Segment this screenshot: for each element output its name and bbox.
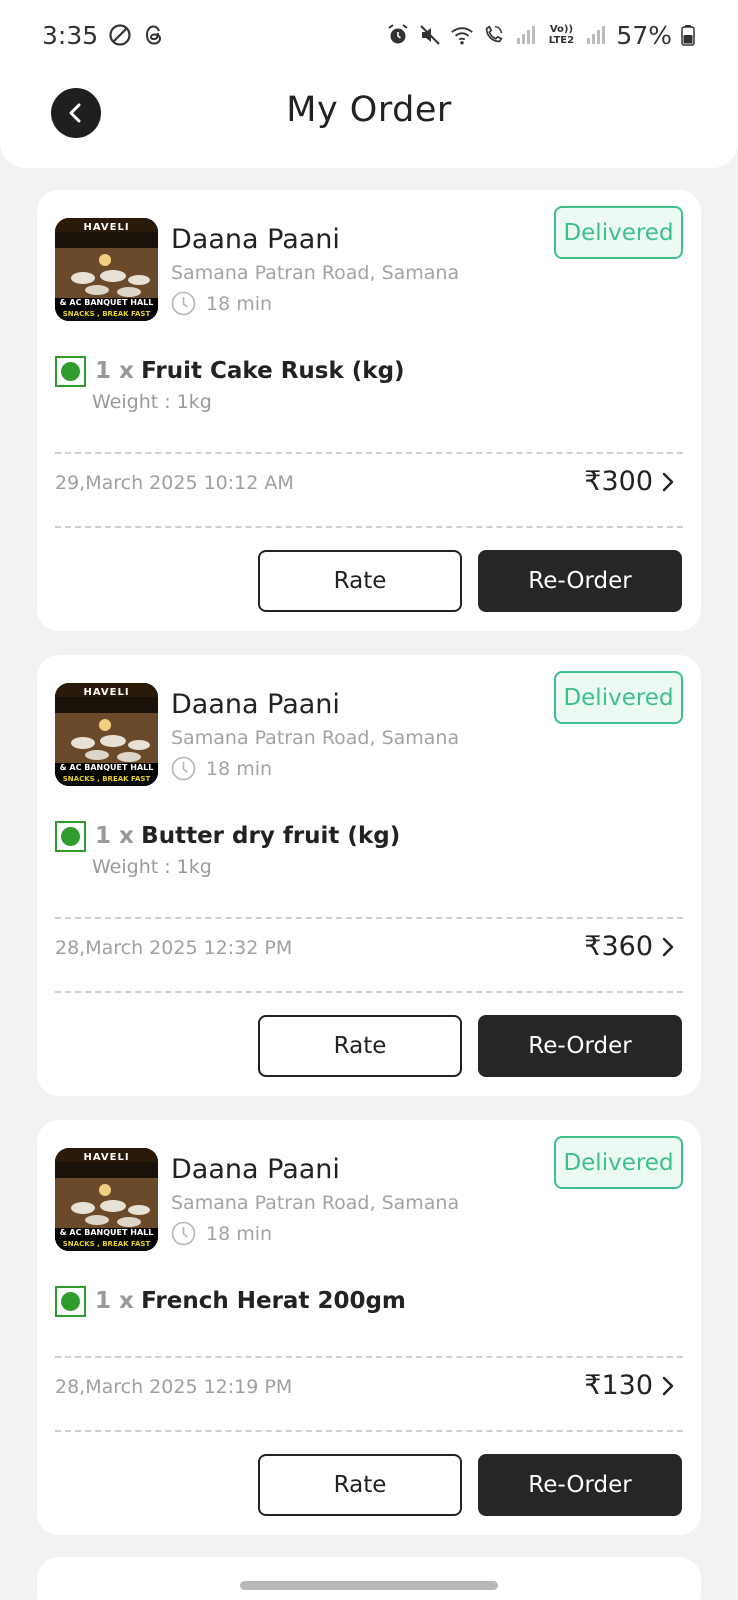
eta-text: 18 min bbox=[206, 757, 273, 780]
restaurant-address: Samana Patran Road, Samana bbox=[171, 727, 460, 749]
item-weight: Weight : 1kg bbox=[92, 856, 212, 878]
wifi-icon bbox=[450, 23, 474, 47]
thumb-text-top: HAVELI bbox=[83, 1152, 130, 1163]
clock-icon bbox=[171, 1221, 196, 1246]
item-name: French Herat 200gm bbox=[141, 1288, 406, 1314]
order-date: 29,March 2025 10:12 AM bbox=[55, 472, 294, 494]
price-value: ₹360 bbox=[584, 931, 653, 962]
header: My Order bbox=[0, 70, 738, 168]
thumb-text-bottom: SNACKS , BREAK FAST bbox=[62, 775, 151, 783]
divider bbox=[55, 917, 683, 919]
order-card[interactable]: HAVELI & AC BANQUET HALL SNACKS , BREAK … bbox=[37, 655, 701, 1096]
delivery-time: 18 min bbox=[171, 291, 272, 316]
delivery-time: 18 min bbox=[171, 756, 272, 781]
order-card[interactable]: HAVELI & AC BANQUET HALL SNACKS , BREAK … bbox=[37, 190, 701, 631]
order-item: 1 x French Herat 200gm bbox=[95, 1288, 406, 1314]
chevron-right-icon bbox=[662, 937, 674, 956]
status-bar: 3:35 Vo)) LTE2 57% bbox=[0, 0, 738, 70]
wifi-calling-icon bbox=[482, 23, 506, 47]
item-quantity: 1 x bbox=[95, 358, 134, 384]
thumb-text-top: HAVELI bbox=[83, 687, 130, 698]
price-value: ₹300 bbox=[584, 466, 653, 497]
divider bbox=[55, 452, 683, 454]
item-quantity: 1 x bbox=[95, 1288, 134, 1314]
alarm-icon bbox=[386, 23, 410, 47]
item-name: Butter dry fruit (kg) bbox=[141, 823, 401, 849]
thumb-text-mid: & AC BANQUET HALL bbox=[59, 298, 154, 307]
rate-button[interactable]: Rate bbox=[258, 1015, 462, 1077]
price-value: ₹130 bbox=[584, 1370, 653, 1401]
divider bbox=[55, 1356, 683, 1358]
eta-text: 18 min bbox=[206, 292, 273, 315]
signal-icon-2 bbox=[584, 23, 608, 47]
restaurant-thumbnail: HAVELI & AC BANQUET HALL SNACKS , BREAK … bbox=[55, 1148, 158, 1251]
network-label: Vo)) LTE2 bbox=[548, 24, 575, 46]
mute-icon bbox=[418, 23, 442, 47]
clock-icon bbox=[171, 291, 196, 316]
restaurant-name: Daana Paani bbox=[171, 224, 340, 255]
delivery-time: 18 min bbox=[171, 1221, 272, 1246]
veg-icon bbox=[55, 1286, 86, 1317]
order-price[interactable]: ₹130 bbox=[584, 1370, 675, 1401]
reorder-button[interactable]: Re-Order bbox=[478, 550, 682, 612]
restaurant-name: Daana Paani bbox=[171, 689, 340, 720]
thumb-text-bottom: SNACKS , BREAK FAST bbox=[62, 1240, 151, 1248]
order-price[interactable]: ₹360 bbox=[584, 931, 675, 962]
dnd-icon bbox=[108, 23, 132, 47]
veg-icon bbox=[55, 356, 86, 387]
clock-icon bbox=[171, 756, 196, 781]
status-badge: Delivered bbox=[554, 206, 683, 259]
battery-icon bbox=[680, 23, 696, 47]
thumb-text-top: HAVELI bbox=[83, 222, 130, 233]
restaurant-name: Daana Paani bbox=[171, 1154, 340, 1185]
order-card[interactable]: HAVELI & AC BANQUET HALL SNACKS , BREAK … bbox=[37, 1120, 701, 1535]
status-badge: Delivered bbox=[554, 671, 683, 724]
order-item: 1 x Fruit Cake Rusk (kg) bbox=[95, 358, 405, 384]
rate-button[interactable]: Rate bbox=[258, 1454, 462, 1516]
battery-percent: 57% bbox=[616, 20, 672, 50]
item-weight: Weight : 1kg bbox=[92, 391, 212, 413]
thumb-text-mid: & AC BANQUET HALL bbox=[59, 763, 154, 772]
order-card-partial bbox=[37, 1557, 701, 1600]
chevron-right-icon bbox=[662, 472, 674, 491]
threads-icon bbox=[142, 23, 166, 47]
order-item: 1 x Butter dry fruit (kg) bbox=[95, 823, 400, 849]
item-quantity: 1 x bbox=[95, 823, 134, 849]
restaurant-address: Samana Patran Road, Samana bbox=[171, 262, 460, 284]
status-badge: Delivered bbox=[554, 1136, 683, 1189]
reorder-button[interactable]: Re-Order bbox=[478, 1015, 682, 1077]
signal-icon bbox=[514, 23, 538, 47]
restaurant-thumbnail: HAVELI & AC BANQUET HALL SNACKS , BREAK … bbox=[55, 218, 158, 321]
home-indicator[interactable] bbox=[240, 1581, 498, 1590]
restaurant-address: Samana Patran Road, Samana bbox=[171, 1192, 460, 1214]
order-date: 28,March 2025 12:19 PM bbox=[55, 1376, 293, 1398]
item-name: Fruit Cake Rusk (kg) bbox=[141, 358, 405, 384]
status-time: 3:35 bbox=[42, 20, 99, 50]
thumb-text-mid: & AC BANQUET HALL bbox=[59, 1228, 154, 1237]
divider bbox=[55, 991, 683, 993]
order-date: 28,March 2025 12:32 PM bbox=[55, 937, 293, 959]
chevron-right-icon bbox=[662, 1376, 674, 1395]
divider bbox=[55, 526, 683, 528]
rate-button[interactable]: Rate bbox=[258, 550, 462, 612]
order-price[interactable]: ₹300 bbox=[584, 466, 675, 497]
divider bbox=[55, 1430, 683, 1432]
page-title: My Order bbox=[286, 90, 452, 130]
eta-text: 18 min bbox=[206, 1222, 273, 1245]
veg-icon bbox=[55, 821, 86, 852]
restaurant-thumbnail: HAVELI & AC BANQUET HALL SNACKS , BREAK … bbox=[55, 683, 158, 786]
reorder-button[interactable]: Re-Order bbox=[478, 1454, 682, 1516]
thumb-text-bottom: SNACKS , BREAK FAST bbox=[62, 310, 151, 318]
